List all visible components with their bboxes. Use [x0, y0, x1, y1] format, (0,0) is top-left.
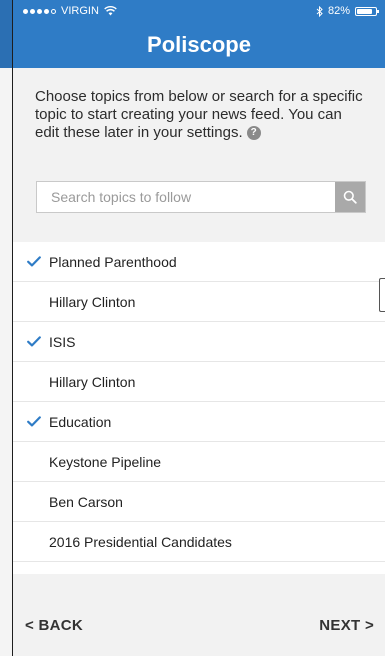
intro-text-block: Choose topics from below or search for a…: [35, 88, 370, 142]
back-button[interactable]: < BACK: [25, 617, 83, 634]
topic-row[interactable]: Ben Carson: [13, 482, 385, 522]
topic-row[interactable]: Keystone Pipeline: [13, 442, 385, 482]
checkmark-icon: [13, 336, 47, 347]
next-button[interactable]: NEXT >: [319, 617, 374, 634]
topic-row[interactable]: 2016 Presidential Candidates: [13, 522, 385, 562]
scrollbar-handle[interactable]: [379, 278, 385, 312]
topic-label: Education: [49, 413, 112, 430]
app-title: Poliscope: [147, 32, 251, 57]
intro-text: Choose topics from below or search for a…: [35, 88, 363, 141]
topic-list: Planned Parenthood Hillary Clinton ISIS Hil…: [13, 242, 385, 574]
phone-screen: VIRGIN 82% Poliscope Choose topics from …: [13, 0, 385, 656]
topic-label: ISIS: [49, 333, 76, 350]
previous-screen-edge: [0, 0, 14, 656]
search-input[interactable]: [37, 182, 329, 212]
topic-label: Keystone Pipeline: [49, 453, 162, 470]
carrier-name: VIRGIN: [61, 5, 99, 17]
status-bar: VIRGIN 82%: [13, 0, 385, 22]
topic-row[interactable]: Hillary Clinton: [13, 362, 385, 402]
search-button[interactable]: [335, 182, 365, 212]
topic-label: Hillary Clinton: [49, 293, 136, 310]
topic-label: Ben Carson: [49, 493, 123, 510]
battery-icon: [355, 6, 379, 16]
help-icon[interactable]: ?: [246, 126, 261, 141]
status-right: 82%: [316, 5, 379, 17]
status-left: VIRGIN: [23, 5, 117, 17]
topic-row[interactable]: Hillary Clinton: [13, 282, 385, 322]
topic-row[interactable]: ISIS: [13, 322, 385, 362]
search-icon: [343, 190, 357, 204]
topic-label: Hillary Clinton: [49, 373, 136, 390]
checkmark-icon: [13, 416, 47, 427]
search-bar: [36, 181, 366, 213]
topic-row[interactable]: Planned Parenthood: [13, 242, 385, 282]
bluetooth-icon: [316, 5, 323, 17]
wifi-icon: [104, 6, 117, 16]
checkmark-icon: [13, 256, 47, 267]
previous-screen-header: [0, 0, 12, 68]
topic-label: 2016 Presidential Candidates: [49, 533, 232, 550]
battery-fill: [357, 8, 372, 14]
signal-strength-icon: [23, 8, 56, 14]
topic-label: Planned Parenthood: [49, 253, 177, 270]
footer-nav: < BACK NEXT >: [13, 574, 385, 656]
battery-percent: 82%: [327, 5, 350, 17]
app-header: Poliscope: [13, 22, 385, 68]
topic-row[interactable]: Education: [13, 402, 385, 442]
